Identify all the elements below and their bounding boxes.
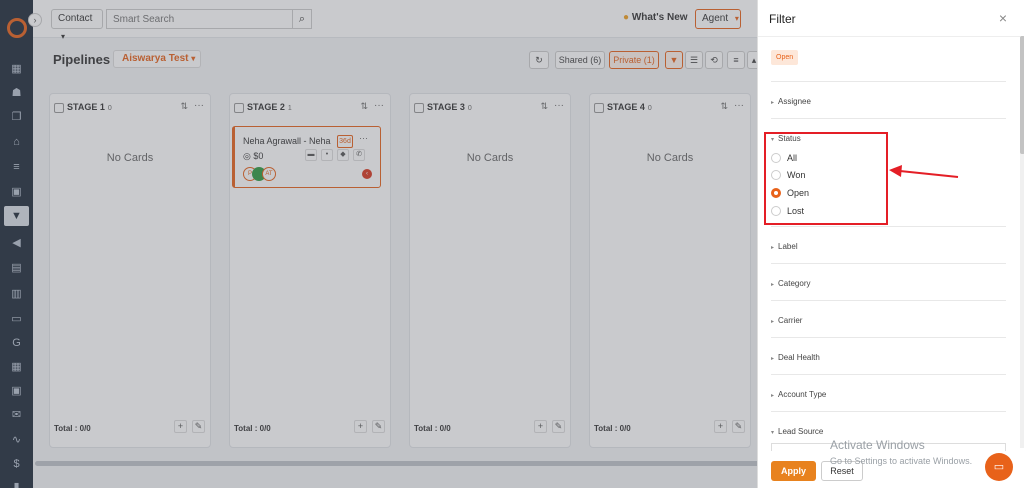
caret-right-icon: ▸ bbox=[771, 356, 775, 362]
windows-activation-watermark: Activate Windows Go to Settings to activ… bbox=[830, 438, 972, 466]
section-deal-health[interactable]: ▸ Deal Health bbox=[771, 353, 820, 362]
modal-backdrop[interactable] bbox=[0, 0, 757, 488]
divider bbox=[771, 300, 1006, 301]
panel-vertical-scrollbar[interactable] bbox=[1020, 36, 1024, 448]
caret-down-icon: ▾ bbox=[771, 430, 775, 436]
section-account-type[interactable]: ▸ Account Type bbox=[771, 390, 826, 399]
filter-panel-title: Filter bbox=[769, 12, 796, 26]
filter-panel: Filter × Open ▸ Assignee ▾ Status All Won … bbox=[757, 0, 1024, 488]
section-label: Assignee bbox=[778, 97, 811, 106]
section-label: Account Type bbox=[778, 390, 827, 399]
section-label: Category bbox=[778, 279, 811, 288]
caret-right-icon: ▸ bbox=[771, 100, 775, 106]
annotation-highlight-box bbox=[764, 132, 888, 225]
divider bbox=[771, 411, 1006, 412]
caret-right-icon: ▸ bbox=[771, 245, 775, 251]
section-lead-source[interactable]: ▾ Lead Source bbox=[771, 427, 823, 436]
section-label: Carrier bbox=[778, 316, 803, 325]
watermark-subtitle: Go to Settings to activate Windows. bbox=[830, 456, 973, 466]
divider bbox=[771, 226, 1006, 227]
active-filter-chip[interactable]: Open bbox=[771, 50, 799, 65]
divider bbox=[771, 263, 1006, 264]
section-label: Label bbox=[778, 242, 798, 251]
divider bbox=[771, 374, 1006, 375]
divider bbox=[771, 337, 1006, 338]
divider bbox=[758, 36, 1020, 37]
section-label: Deal Health bbox=[778, 353, 820, 362]
chat-launcher-icon[interactable]: ▭ bbox=[985, 453, 1013, 481]
caret-right-icon: ▸ bbox=[771, 319, 775, 325]
section-label-filter[interactable]: ▸ Label bbox=[771, 242, 798, 251]
app-root: ▦ ☗ ❐ ⌂ ≡ ▣ ▼ ◀ ▤ ▥ ▭ G ▦ ▣ ✉ ∿ $ ▮ › Co… bbox=[0, 0, 1024, 488]
section-carrier[interactable]: ▸ Carrier bbox=[771, 316, 802, 325]
section-assignee[interactable]: ▸ Assignee bbox=[771, 97, 811, 106]
watermark-title: Activate Windows bbox=[830, 438, 925, 452]
apply-button[interactable]: Apply bbox=[771, 461, 816, 481]
section-category[interactable]: ▸ Category bbox=[771, 279, 810, 288]
close-icon[interactable]: × bbox=[999, 10, 1007, 26]
caret-right-icon: ▸ bbox=[771, 393, 775, 399]
caret-right-icon: ▸ bbox=[771, 282, 775, 288]
section-label: Lead Source bbox=[778, 427, 824, 436]
divider bbox=[771, 118, 1006, 119]
scrollbar-thumb[interactable] bbox=[1020, 36, 1024, 154]
divider bbox=[771, 81, 1006, 82]
